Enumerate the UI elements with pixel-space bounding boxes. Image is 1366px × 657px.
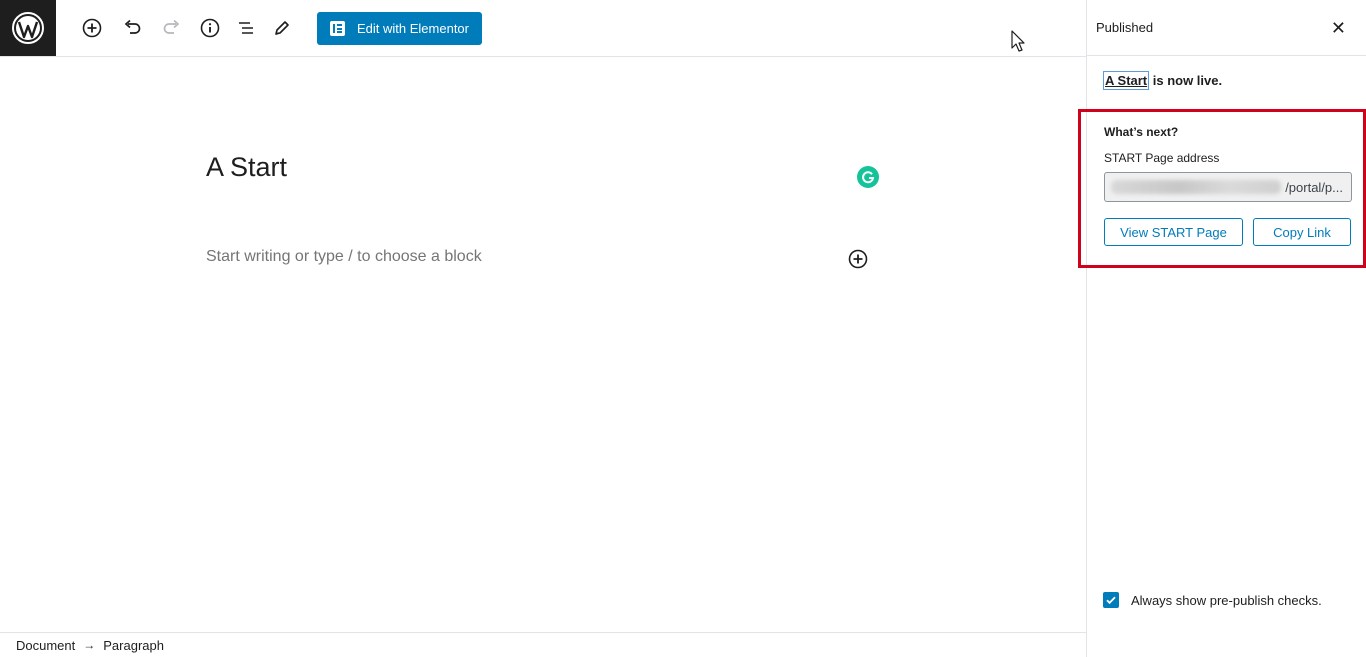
breadcrumb-document[interactable]: Document <box>16 638 75 653</box>
info-icon[interactable] <box>195 13 225 43</box>
redo-icon[interactable] <box>157 13 187 43</box>
block-inserter-icon[interactable] <box>847 248 869 270</box>
close-icon[interactable]: ✕ <box>1331 19 1346 37</box>
whats-next-heading: What’s next? <box>1104 125 1179 139</box>
prepublish-checkbox[interactable] <box>1103 592 1119 608</box>
elementor-icon <box>330 21 345 36</box>
post-link[interactable]: A Start <box>1103 71 1150 90</box>
wordpress-logo-icon[interactable] <box>0 0 56 56</box>
undo-icon[interactable] <box>117 13 147 43</box>
prepublish-checkbox-label: Always show pre-publish checks. <box>1131 592 1322 608</box>
breadcrumb-separator: → <box>83 638 96 652</box>
post-publish-panel: Published ✕ A Start is now live. What’s … <box>1078 0 1366 657</box>
page-address-field[interactable]: /portal/p... <box>1104 172 1352 202</box>
published-notice: A Start is now live. <box>1103 71 1223 90</box>
editor-canvas: A Start Start writing or type / to choos… <box>0 57 1086 632</box>
block-placeholder[interactable]: Start writing or type / to choose a bloc… <box>206 248 482 266</box>
edit-with-elementor-button[interactable]: Edit with Elementor <box>317 12 482 45</box>
post-title[interactable]: A Start <box>206 152 287 183</box>
grammarly-icon[interactable] <box>857 166 879 188</box>
prepublish-checks-option: Always show pre-publish checks. <box>1103 592 1322 608</box>
list-view-icon[interactable] <box>231 13 261 43</box>
tools-pencil-icon[interactable] <box>267 13 297 43</box>
edit-with-elementor-label: Edit with Elementor <box>357 21 469 36</box>
blurred-url <box>1111 180 1281 194</box>
mouse-cursor-icon <box>1011 30 1025 57</box>
view-page-button[interactable]: View START Page <box>1104 218 1243 246</box>
panel-header: Published ✕ <box>1087 0 1366 56</box>
page-address-label: START Page address <box>1104 151 1220 165</box>
published-notice-text: is now live. <box>1149 73 1223 88</box>
add-block-icon[interactable] <box>77 13 107 43</box>
checkmark-icon <box>1106 596 1116 605</box>
page-address-value: /portal/p... <box>1285 179 1343 195</box>
block-breadcrumb: Document → Paragraph <box>0 632 1086 657</box>
editor-toolbar: Edit with Elementor <box>0 0 1086 57</box>
panel-title: Published <box>1096 20 1154 35</box>
breadcrumb-paragraph[interactable]: Paragraph <box>103 638 164 653</box>
copy-link-button[interactable]: Copy Link <box>1253 218 1351 246</box>
